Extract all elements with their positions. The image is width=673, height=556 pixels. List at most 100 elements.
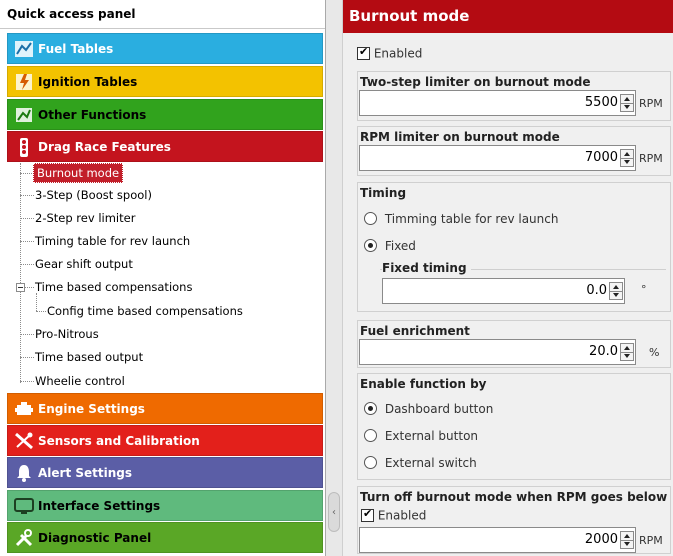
category-label: Other Functions: [38, 107, 147, 122]
enabled-row: Enabled: [357, 45, 423, 61]
tree-line: [20, 241, 34, 242]
enabled-label: Enabled: [377, 508, 427, 523]
tree-item-gear-shift[interactable]: Gear shift output: [35, 254, 133, 274]
category-sensors-calibration[interactable]: Sensors and Calibration: [7, 425, 323, 456]
fixed-timing-title: Fixed timing: [382, 261, 471, 275]
radio-button[interactable]: [364, 456, 377, 469]
radio-button[interactable]: [364, 429, 377, 442]
tree-item-timing-table[interactable]: Timing table for rev launch: [35, 231, 190, 251]
tools-icon: [12, 526, 36, 550]
tree-line: [20, 218, 34, 219]
tree-line: [20, 334, 34, 335]
ignition-tables-icon: [12, 70, 36, 94]
group-title: Two-step limiter on burnout mode: [360, 75, 591, 89]
category-ignition-tables[interactable]: Ignition Tables: [7, 66, 323, 97]
unit-label: RPM: [639, 97, 663, 110]
turn-off-enabled-checkbox[interactable]: [361, 507, 374, 522]
tree-line: [20, 173, 34, 174]
fuel-enrichment-spinbox[interactable]: 20.0: [359, 339, 636, 365]
radio-button[interactable]: [364, 239, 377, 252]
spin-value: 2000: [584, 532, 618, 547]
category-diagnostic-panel[interactable]: Diagnostic Panel: [7, 522, 323, 553]
category-alert-settings[interactable]: Alert Settings: [7, 457, 323, 488]
enable-option-external-switch[interactable]: External switch: [364, 455, 477, 470]
two-step-group: Two-step limiter on burnout mode 5500 RP…: [357, 71, 671, 121]
group-title: RPM limiter on burnout mode: [360, 130, 560, 144]
tree-item-pro-nitrous[interactable]: Pro-Nitrous: [35, 324, 99, 344]
turn-off-rpm-spinbox[interactable]: 2000: [359, 527, 636, 553]
spin-arrows-icon[interactable]: [620, 94, 634, 112]
radio-button[interactable]: [364, 212, 377, 225]
panel-splitter[interactable]: ‹: [326, 0, 342, 556]
tree-item-time-based-output[interactable]: Time based output: [35, 347, 143, 367]
collapse-toggle[interactable]: [16, 283, 25, 292]
tree-line: [20, 195, 34, 196]
category-fuel-tables[interactable]: Fuel Tables: [7, 33, 323, 64]
category-label: Sensors and Calibration: [38, 433, 200, 448]
radio-label: Dashboard button: [384, 401, 494, 416]
sensors-icon: [12, 429, 36, 453]
unit-label: %: [649, 346, 660, 359]
tree-item-2-step[interactable]: 2-Step rev limiter: [35, 208, 135, 228]
fuel-tables-icon: [12, 37, 36, 61]
rpm-limiter-spinbox[interactable]: 7000: [359, 145, 636, 171]
category-other-functions[interactable]: Other Functions: [7, 99, 323, 130]
spin-value: 5500: [584, 95, 618, 110]
category-label: Interface Settings: [38, 498, 161, 513]
tree-item-time-based-compensations[interactable]: Time based compensations: [35, 277, 192, 297]
category-label: Alert Settings: [38, 465, 133, 480]
group-title: Enable function by: [360, 377, 487, 391]
two-step-spinbox[interactable]: 5500: [359, 90, 636, 116]
tree-line: [25, 287, 34, 288]
settings-panel: Burnout mode Enabled Two-step limiter on…: [342, 0, 673, 556]
monitor-icon: [12, 494, 36, 518]
category-label: Drag Race Features: [38, 139, 171, 154]
turn-off-group: Turn off burnout mode when RPM goes belo…: [357, 486, 671, 554]
enable-option-external-button[interactable]: External button: [364, 428, 478, 443]
spin-arrows-icon[interactable]: [620, 343, 634, 361]
category-drag-race-features[interactable]: Drag Race Features: [7, 131, 323, 162]
spin-arrows-icon[interactable]: [620, 149, 634, 167]
category-engine-settings[interactable]: Engine Settings: [7, 393, 323, 424]
category-label: Diagnostic Panel: [38, 530, 152, 545]
radio-label: External switch: [384, 455, 477, 470]
engine-icon: [12, 397, 36, 421]
enabled-label: Enabled: [373, 46, 423, 61]
category-interface-settings[interactable]: Interface Settings: [7, 490, 323, 521]
radio-label: Timming table for rev launch: [384, 211, 559, 226]
category-label: Ignition Tables: [38, 74, 138, 89]
rpm-limiter-group: RPM limiter on burnout mode 7000 RPM: [357, 126, 671, 176]
category-label: Engine Settings: [38, 401, 145, 416]
tree-line: [20, 264, 34, 265]
spin-arrows-icon[interactable]: [609, 282, 623, 300]
bell-icon: [12, 461, 36, 485]
spin-value: 0.0: [586, 283, 607, 298]
enabled-checkbox[interactable]: [357, 45, 370, 60]
group-title: Fuel enrichment: [360, 324, 470, 338]
tree-item-burnout-mode[interactable]: Burnout mode: [33, 163, 124, 183]
group-title: Turn off burnout mode when RPM goes belo…: [360, 490, 668, 504]
enable-option-dashboard[interactable]: Dashboard button: [364, 401, 493, 416]
tree-line: [20, 163, 21, 383]
other-functions-icon: [12, 103, 36, 127]
collapse-arrow-icon[interactable]: ‹: [328, 492, 340, 532]
spin-value: 7000: [584, 150, 618, 165]
fuel-enrichment-group: Fuel enrichment 20.0 %: [357, 320, 671, 368]
timing-option-table[interactable]: Timming table for rev launch: [364, 211, 558, 226]
tree-item-wheelie-control[interactable]: Wheelie control: [35, 371, 125, 391]
spin-value: 20.0: [589, 344, 618, 359]
unit-label: RPM: [639, 534, 663, 547]
radio-button[interactable]: [364, 402, 377, 415]
tree-item-config-time-based[interactable]: Config time based compensations: [47, 301, 243, 321]
timing-option-fixed[interactable]: Fixed: [364, 238, 416, 253]
group-title: Timing: [360, 186, 407, 200]
page-title: Burnout mode: [343, 0, 673, 33]
spin-arrows-icon[interactable]: [620, 531, 634, 549]
timing-group: Timing Timming table for rev launch Fixe…: [357, 182, 671, 312]
tree-item-3-step[interactable]: 3-Step (Boost spool): [35, 185, 152, 205]
panel-title: Quick access panel: [0, 0, 325, 29]
enable-function-group: Enable function by Dashboard button Exte…: [357, 373, 671, 480]
tree-line: [20, 357, 34, 358]
fixed-timing-spinbox[interactable]: 0.0: [382, 278, 625, 304]
unit-label: RPM: [639, 152, 663, 165]
